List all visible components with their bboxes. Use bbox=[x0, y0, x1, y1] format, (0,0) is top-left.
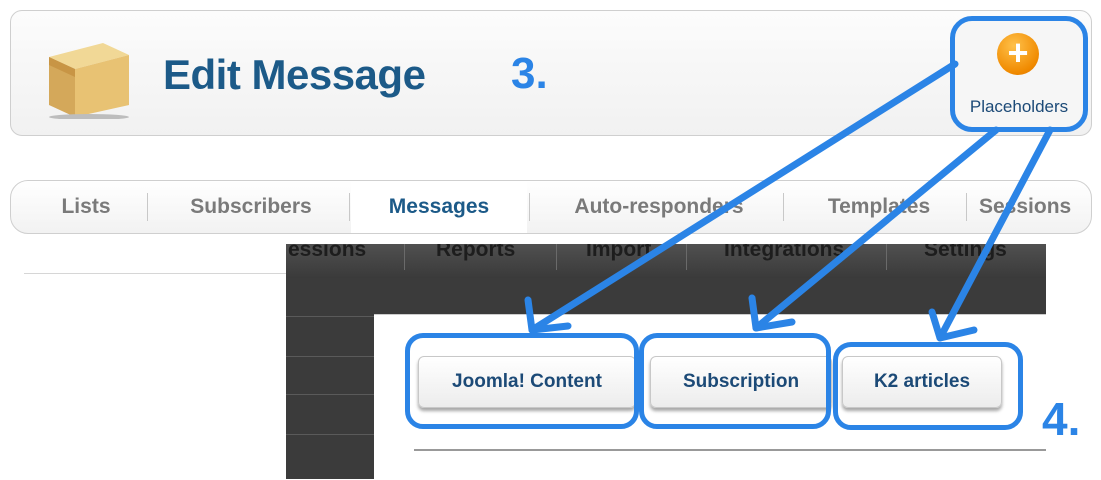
arrow-to-joomla-content bbox=[528, 60, 959, 334]
annotation-arrows bbox=[524, 60, 1054, 342]
